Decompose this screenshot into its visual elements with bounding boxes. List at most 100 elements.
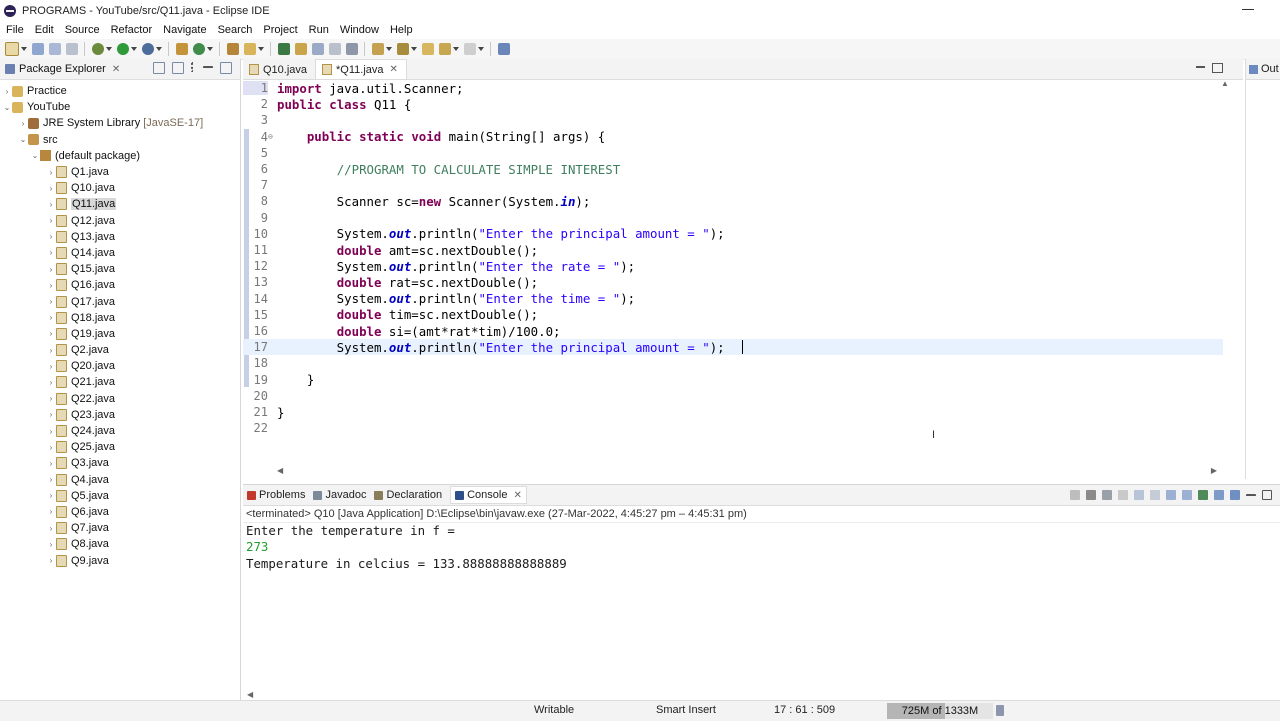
menu-source[interactable]: Source <box>65 24 100 36</box>
next-edit-icon[interactable] <box>372 43 384 55</box>
word-wrap-icon[interactable] <box>1150 490 1160 500</box>
tree-item-file[interactable]: › Q15.java <box>0 261 240 277</box>
save-icon[interactable] <box>32 43 44 55</box>
expand-chevron-icon[interactable]: › <box>46 329 56 338</box>
expand-chevron-icon[interactable]: › <box>46 346 56 355</box>
new-java-class-icon[interactable] <box>193 43 205 55</box>
tab-console[interactable]: Console ✕ <box>450 486 527 504</box>
minimize-window-button[interactable] <box>1242 3 1254 15</box>
external-tools-icon[interactable] <box>142 43 154 55</box>
tab-q11[interactable]: *Q11.java ✕ <box>315 59 407 79</box>
expand-chevron-icon[interactable]: › <box>46 491 56 500</box>
expand-chevron-icon[interactable]: › <box>46 443 56 452</box>
minimize-view-icon[interactable] <box>1246 494 1256 498</box>
expand-chevron-icon[interactable]: › <box>46 378 56 387</box>
show-on-output-icon[interactable] <box>1166 490 1176 500</box>
toggle-whitespace-icon[interactable] <box>329 43 341 55</box>
editor-vertical-scrollbar[interactable]: ▲ <box>1219 79 1231 459</box>
expand-chevron-icon[interactable]: › <box>46 540 56 549</box>
scroll-left-icon[interactable]: ◀ <box>277 466 283 476</box>
tree-item-file[interactable]: › Q1.java <box>0 164 240 180</box>
last-edit-location-icon[interactable] <box>422 43 434 55</box>
collapse-all-icon[interactable] <box>153 62 165 74</box>
debug-icon[interactable] <box>92 43 104 55</box>
code-editor[interactable]: Q10.java *Q11.java ✕ 1 import java.util.S… <box>243 59 1243 479</box>
expand-chevron-icon[interactable]: › <box>46 248 56 257</box>
tree-item-file[interactable]: › Q21.java <box>0 374 240 390</box>
expand-chevron-icon[interactable]: › <box>46 410 56 419</box>
maximize-view-icon[interactable] <box>1262 490 1272 500</box>
open-perspective-icon[interactable] <box>498 43 510 55</box>
tree-item-file[interactable]: › Q13.java <box>0 229 240 245</box>
code-line[interactable]: 6 //PROGRAM TO CALCULATE SIMPLE INTEREST <box>243 161 1223 177</box>
expand-chevron-icon[interactable]: › <box>46 168 56 177</box>
expand-chevron-icon[interactable]: › <box>46 556 56 565</box>
expand-chevron-icon[interactable]: › <box>46 265 56 274</box>
new-java-project-icon[interactable] <box>176 43 188 55</box>
tree-item-file[interactable]: › Q24.java <box>0 423 240 439</box>
pin-console-icon[interactable] <box>1198 490 1208 500</box>
scroll-up-icon[interactable]: ▲ <box>1219 79 1231 88</box>
open-type-icon[interactable] <box>227 43 239 55</box>
minimize-view-icon[interactable] <box>203 66 213 70</box>
code-line[interactable]: 8 Scanner sc=new Scanner(System.in); <box>243 193 1223 209</box>
fold-collapse-icon[interactable]: ⊖ <box>268 132 276 141</box>
view-menu-icon[interactable] <box>191 62 196 72</box>
toggle-mark-icon[interactable] <box>295 43 307 55</box>
menu-help[interactable]: Help <box>390 24 413 36</box>
tree-item-file[interactable]: › Q20.java <box>0 358 240 374</box>
tree-item-file[interactable]: › Q22.java <box>0 391 240 407</box>
show-on-error-icon[interactable] <box>1182 490 1192 500</box>
code-line[interactable]: 16 double si=(amt*rat*tim)/100.0; <box>243 323 1223 339</box>
tree-item-file[interactable]: › Q12.java <box>0 213 240 229</box>
minimize-view-icon[interactable] <box>1196 66 1205 70</box>
expand-chevron-icon[interactable]: › <box>2 87 12 96</box>
tree-item-package[interactable]: ⌄ (default package) <box>0 148 240 164</box>
tree-item-file[interactable]: › Q2.java <box>0 342 240 358</box>
garbage-collect-icon[interactable] <box>996 705 1004 716</box>
close-icon[interactable]: ✕ <box>513 490 521 501</box>
menu-search[interactable]: Search <box>218 24 253 36</box>
expand-chevron-icon[interactable]: › <box>46 184 56 193</box>
code-line[interactable]: 19 } <box>243 372 1223 388</box>
tree-item-file[interactable]: › Q18.java <box>0 310 240 326</box>
code-line[interactable]: 7 <box>243 177 1223 193</box>
expand-chevron-icon[interactable]: › <box>46 281 56 290</box>
remove-launch-icon[interactable] <box>1086 490 1096 500</box>
tab-q10[interactable]: Q10.java <box>243 60 315 79</box>
expand-chevron-icon[interactable]: › <box>46 427 56 436</box>
maximize-view-icon[interactable] <box>1212 63 1223 73</box>
expand-chevron-icon[interactable]: › <box>46 313 56 322</box>
display-console-icon[interactable] <box>1214 490 1224 500</box>
maximize-view-icon[interactable] <box>220 62 232 74</box>
tree-item-src[interactable]: ⌄ src <box>0 132 240 148</box>
expand-chevron-icon[interactable]: › <box>46 362 56 371</box>
tree-item-project[interactable]: ⌄ YouTube <box>0 99 240 115</box>
tree-item-file[interactable]: › Q17.java <box>0 293 240 309</box>
tree-item-file[interactable]: › Q8.java <box>0 536 240 552</box>
tree-item-file[interactable]: › Q11.java <box>0 196 240 212</box>
menu-project[interactable]: Project <box>263 24 297 36</box>
clear-console-icon[interactable] <box>1118 490 1128 500</box>
code-line[interactable]: 9 <box>243 210 1223 226</box>
tab-declaration[interactable]: Declaration <box>374 489 442 501</box>
previous-edit-icon[interactable] <box>397 43 409 55</box>
new-file-icon[interactable] <box>5 42 19 56</box>
expand-chevron-icon[interactable]: › <box>46 297 56 306</box>
open-console-icon[interactable] <box>1230 490 1240 500</box>
show-whitespace-icon[interactable] <box>346 43 358 55</box>
package-explorer-title[interactable]: Package Explorer <box>19 63 106 75</box>
code-line[interactable]: 18 <box>243 355 1223 371</box>
toggle-block-icon[interactable] <box>312 43 324 55</box>
remove-all-icon[interactable] <box>1102 490 1112 500</box>
code-line[interactable]: 10 System.out.println("Enter the princip… <box>243 226 1223 242</box>
tree-item-file[interactable]: › Q5.java <box>0 488 240 504</box>
expand-chevron-icon[interactable]: › <box>46 216 56 225</box>
tree-item-file[interactable]: › Q10.java <box>0 180 240 196</box>
tree-item-file[interactable]: › Q3.java <box>0 455 240 471</box>
menu-run[interactable]: Run <box>309 24 329 36</box>
code-line[interactable]: 1 import java.util.Scanner; <box>243 80 1223 96</box>
expand-chevron-icon[interactable]: › <box>46 459 56 468</box>
terminate-icon[interactable] <box>1070 490 1080 500</box>
scroll-lock-icon[interactable] <box>1134 490 1144 500</box>
